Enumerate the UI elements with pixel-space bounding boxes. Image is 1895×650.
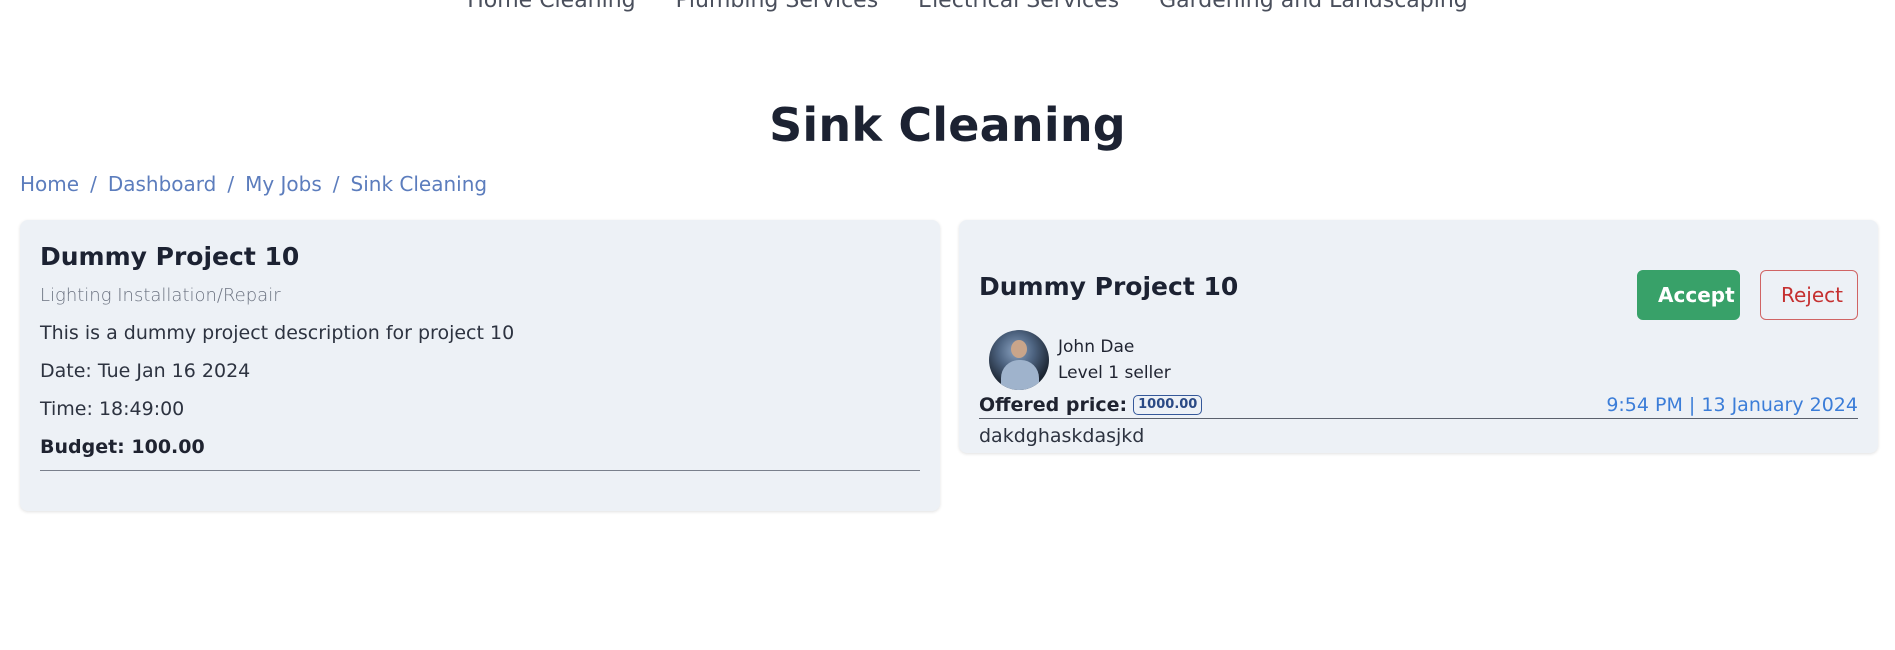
- price-badge: 1000.00: [1133, 395, 1203, 415]
- page-title: Sink Cleaning: [769, 98, 1126, 152]
- avatar-body: [1001, 360, 1039, 390]
- breadcrumb: Home / Dashboard / My Jobs / Sink Cleani…: [20, 172, 487, 196]
- seller-level: Level 1 seller: [1058, 363, 1171, 383]
- project-title: Dummy Project 10: [40, 242, 300, 271]
- top-nav: Home Cleaning Plumbing Services Electric…: [0, 0, 1895, 16]
- avatar-head: [1011, 340, 1027, 358]
- nav-item-plumbing-services[interactable]: Plumbing Services: [676, 0, 879, 16]
- breadcrumb-separator: /: [332, 172, 340, 196]
- seller-info: John Dae Level 1 seller: [989, 330, 1858, 390]
- project-time: Time: 18:49:00: [40, 398, 185, 420]
- offer-message: dakdghaskdasjkd: [979, 425, 1145, 447]
- nav-item-electrical-services[interactable]: Electrical Services: [918, 0, 1119, 16]
- offer-price-row: Offered price: 1000.00 9:54 PM | 13 Janu…: [979, 394, 1858, 419]
- offered-price-label: Offered price:: [979, 394, 1128, 416]
- project-description: This is a dummy project description for …: [40, 322, 515, 344]
- offer-actions: Accept Reject: [1637, 270, 1858, 320]
- accept-button[interactable]: Accept: [1637, 270, 1740, 320]
- project-budget: Budget: 100.00: [40, 436, 205, 458]
- breadcrumb-sink-cleaning[interactable]: Sink Cleaning: [351, 172, 488, 196]
- offer-header: Dummy Project 10 Accept Reject: [979, 240, 1858, 320]
- breadcrumb-my-jobs[interactable]: My Jobs: [245, 172, 322, 196]
- project-date: Date: Tue Jan 16 2024: [40, 360, 251, 382]
- offer-timestamp: 9:54 PM | 13 January 2024: [1606, 394, 1858, 416]
- divider: [40, 470, 920, 471]
- offer-card: Dummy Project 10 Accept Reject John Dae …: [959, 220, 1878, 453]
- nav-item-home-cleaning[interactable]: Home Cleaning: [467, 0, 635, 16]
- avatar[interactable]: [989, 330, 1049, 390]
- seller-details: John Dae Level 1 seller: [1058, 334, 1171, 386]
- project-category: Lighting Installation/Repair: [40, 285, 281, 306]
- nav-item-gardening-landscaping[interactable]: Gardening and Landscaping: [1159, 0, 1468, 16]
- seller-name: John Dae: [1058, 337, 1135, 357]
- breadcrumb-separator: /: [227, 172, 235, 196]
- offer-price: Offered price: 1000.00: [979, 394, 1203, 416]
- breadcrumb-dashboard[interactable]: Dashboard: [108, 172, 217, 196]
- reject-button[interactable]: Reject: [1760, 270, 1858, 320]
- breadcrumb-separator: /: [90, 172, 97, 196]
- offer-project-title: Dummy Project 10: [979, 272, 1239, 301]
- breadcrumb-home[interactable]: Home: [20, 172, 79, 196]
- project-details-card: Dummy Project 10 Lighting Installation/R…: [20, 220, 940, 511]
